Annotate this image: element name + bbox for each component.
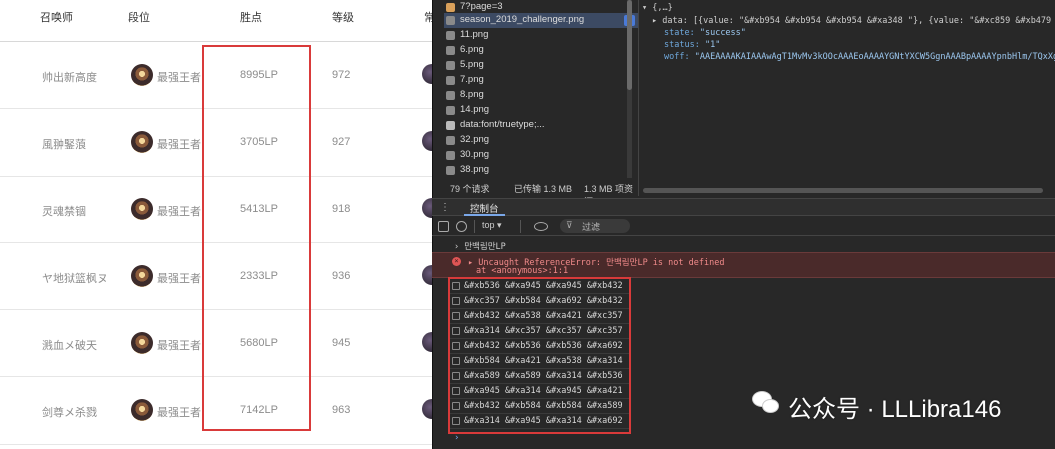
preview-hscrollbar[interactable] <box>639 188 1055 194</box>
summoner-name[interactable]: 剑尊メ杀戮 <box>42 404 97 420</box>
request-item[interactable]: 5.png <box>444 58 639 73</box>
level-value: 963 <box>332 404 351 416</box>
header-summoner: 召唤师 <box>40 12 73 24</box>
champion-avatar <box>422 265 432 285</box>
header-lp: 胜点 <box>240 12 262 24</box>
clear-console-icon[interactable] <box>456 221 467 232</box>
network-status-bar: 79 个请求 已传输 1.3 MB 1.3 MB 项资源 <box>444 180 639 207</box>
request-item[interactable]: 14.png <box>444 103 639 118</box>
request-item[interactable]: 30.png <box>444 148 639 163</box>
request-item[interactable]: 32.png <box>444 133 639 148</box>
network-request-list: 7?page=3 season_2019_challenger.png 11.p… <box>444 0 639 178</box>
context-selector[interactable]: top ▾ <box>482 220 502 231</box>
header-tier: 段位 <box>128 12 150 24</box>
request-item[interactable]: 11.png <box>444 28 639 43</box>
champion-avatar <box>422 198 432 218</box>
request-item[interactable]: 6.png <box>444 43 639 58</box>
preview-state: state: "success" <box>664 28 746 38</box>
image-icon <box>446 106 455 115</box>
sidebar-toggle-icon[interactable] <box>438 221 449 232</box>
preview-data-line[interactable]: ▸ data: [{value: "&#xb954 &#xb954 &#xb95… <box>652 16 1055 26</box>
challenger-emblem-icon <box>131 399 153 421</box>
request-item[interactable]: 38.png <box>444 163 639 178</box>
tier-label: 最强王者 <box>157 139 201 151</box>
summoner-name[interactable]: 灵魂禁锢 <box>42 203 86 219</box>
image-icon <box>446 31 455 40</box>
preview-root[interactable]: ▾ {,…} <box>642 3 673 13</box>
error-icon: × <box>452 257 461 266</box>
scrollbar-thumb[interactable] <box>643 188 1043 193</box>
console-toolbar: top ▾ ⊽ 过滤 <box>432 217 1055 236</box>
request-list-scrollbar[interactable] <box>627 0 632 178</box>
preview-woff: woff: "AAEAAAAKAIAAAwAgT1MvMv3kOOcAAAEoA… <box>664 52 1055 62</box>
summoner-name[interactable]: 溅血メ破天 <box>42 337 97 353</box>
filter-input[interactable]: ⊽ 过滤 <box>560 219 630 233</box>
more-menu-icon[interactable]: ⋮ <box>440 202 450 213</box>
header-more: 常 <box>424 12 432 24</box>
request-count: 79 个请求 <box>450 184 490 194</box>
preview-status: status: "1" <box>664 40 721 50</box>
image-icon <box>446 16 455 25</box>
request-item[interactable]: data:font/truetype;... <box>444 118 639 133</box>
filter-icon: ⊽ <box>566 220 573 230</box>
error-location[interactable]: at <anonymous>:1:1 <box>476 266 568 276</box>
request-item[interactable]: 8.png <box>444 88 639 103</box>
transferred-size: 已传输 1.3 MB <box>514 184 573 194</box>
champion-avatar <box>422 64 432 84</box>
image-icon <box>446 61 455 70</box>
console-output-highlight <box>448 277 631 434</box>
level-value: 927 <box>332 136 351 148</box>
challenger-emblem-icon <box>131 265 153 287</box>
summoner-name[interactable]: ヤ地狱篮枫ヌ <box>42 270 108 286</box>
tier-label: 最强王者 <box>157 407 201 419</box>
tier-label: 最强王者 <box>157 206 201 218</box>
console-error[interactable]: × ▸ Uncaught ReferenceError: 만백림만LP is n… <box>432 252 1055 278</box>
request-item-selected[interactable]: season_2019_challenger.png <box>444 13 639 28</box>
scrollbar-thumb[interactable] <box>627 0 632 90</box>
challenger-emblem-icon <box>131 64 153 86</box>
ranking-table: 召唤师 段位 胜点 等级 常 帅出新高度 最强王者 8995LP 972 風翀鋻… <box>0 0 432 449</box>
image-icon <box>446 136 455 145</box>
champion-avatar <box>422 399 432 419</box>
toolbar-divider <box>474 220 475 233</box>
champion-avatar <box>422 332 432 352</box>
watermark-text: 公众号 · LLLibra146 <box>788 396 1002 423</box>
eye-icon[interactable] <box>534 222 548 231</box>
request-icon <box>446 3 455 12</box>
image-icon <box>446 76 455 85</box>
tab-console[interactable]: 控制台 <box>464 199 505 216</box>
image-icon <box>446 166 455 175</box>
font-icon <box>446 121 455 130</box>
console-prompt[interactable]: › <box>454 433 459 443</box>
toolbar-divider <box>520 220 521 233</box>
lp-column-highlight <box>202 45 311 431</box>
wechat-logo-icon <box>752 391 780 415</box>
image-icon <box>446 46 455 55</box>
tier-label: 最强王者 <box>157 340 201 352</box>
level-value: 972 <box>332 69 351 81</box>
challenger-emblem-icon <box>131 332 153 354</box>
table-header: 召唤师 段位 胜点 等级 常 <box>0 0 432 42</box>
console-echo: › 만백림만LP <box>454 242 506 252</box>
challenger-emblem-icon <box>131 198 153 220</box>
challenger-emblem-icon <box>131 131 153 153</box>
summoner-name[interactable]: 風翀鋻蒗 <box>42 136 86 152</box>
champion-avatar <box>422 131 432 151</box>
request-item[interactable]: 7.png <box>444 73 639 88</box>
response-preview: ▾ {,…} ▸ data: [{value: "&#xb954 &#xb954… <box>642 0 1055 190</box>
image-icon <box>446 91 455 100</box>
tier-label: 最强王者 <box>157 273 201 285</box>
drawer-tabbar: ⋮ 控制台 <box>432 198 1055 216</box>
level-value: 936 <box>332 270 351 282</box>
tier-label: 最强王者 <box>157 72 201 84</box>
level-value: 918 <box>332 203 351 215</box>
devtools-panel: 7?page=3 season_2019_challenger.png 11.p… <box>432 0 1055 449</box>
level-value: 945 <box>332 337 351 349</box>
summoner-name[interactable]: 帅出新高度 <box>42 69 97 85</box>
pane-divider[interactable] <box>638 0 639 196</box>
header-level: 等级 <box>332 12 354 24</box>
image-icon <box>446 151 455 160</box>
